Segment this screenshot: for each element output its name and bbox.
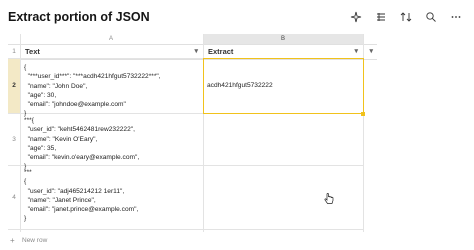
- table-cell-text[interactable]: { "***user_id***": "***acdh421hfgut57322…: [24, 63, 161, 119]
- chevron-down-icon[interactable]: ▾: [354, 45, 358, 59]
- fill-handle[interactable]: [361, 112, 365, 116]
- row-number[interactable]: 1: [8, 46, 20, 58]
- sparkle-icon[interactable]: [350, 11, 362, 23]
- column-header-text-label: Text: [25, 47, 40, 56]
- sort-icon[interactable]: [400, 11, 412, 23]
- toolbar: [350, 11, 462, 23]
- column-header-extract-label: Extract: [208, 47, 234, 56]
- more-icon[interactable]: [450, 11, 462, 23]
- column-letter-a[interactable]: A: [20, 34, 202, 44]
- table-cell-extract[interactable]: acdh421hfgut5732222: [207, 81, 273, 90]
- search-icon[interactable]: [425, 11, 437, 23]
- plus-icon[interactable]: +: [10, 236, 15, 245]
- grid-line: [20, 34, 21, 232]
- table-cell-text[interactable]: ***{ "user_id": "keht5462481rew232222", …: [24, 116, 139, 172]
- row-number[interactable]: 2: [8, 59, 20, 113]
- row-number[interactable]: 4: [8, 166, 20, 229]
- page-title: Extract portion of JSON: [8, 10, 150, 24]
- columns-icon[interactable]: [375, 11, 387, 23]
- new-row-button[interactable]: New row: [22, 237, 47, 244]
- add-column-cell[interactable]: ▾: [363, 44, 377, 60]
- row-number[interactable]: 3: [8, 114, 20, 165]
- chevron-down-icon[interactable]: ▾: [194, 45, 198, 59]
- table-cell-text[interactable]: *** { "user_id": "adj465214212 1er11", "…: [24, 168, 138, 224]
- column-letter-b[interactable]: B: [203, 34, 363, 44]
- hand-cursor-icon: [324, 193, 334, 204]
- chevron-down-icon[interactable]: ▾: [369, 45, 373, 59]
- grid-line: [8, 229, 363, 230]
